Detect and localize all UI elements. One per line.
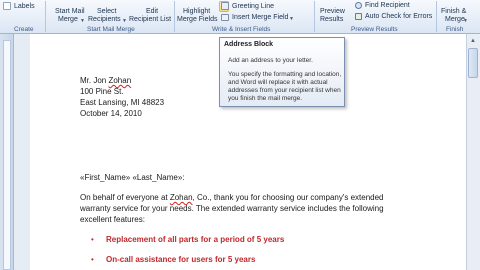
address-street: 100 Pine St. — [80, 87, 124, 96]
insert-merge-field-icon — [221, 14, 229, 21]
start-mail-merge-button[interactable]: Start Mail Merge ▼ — [53, 0, 85, 24]
select-recipients-line1: Select — [97, 8, 117, 15]
scroll-up-icon[interactable]: ▲ — [467, 36, 479, 46]
preview-results-line2: Results — [320, 16, 344, 23]
find-recipient-icon — [355, 2, 362, 9]
body-line-2: warranty service for your needs. The ext… — [80, 204, 384, 213]
address-block-tooltip: Address Block Add an address to your let… — [219, 37, 345, 107]
bullet-icon: • — [91, 235, 94, 244]
feature-bullet-1: Replacement of all parts for a period of… — [106, 235, 285, 244]
labels-button[interactable]: Labels — [14, 3, 35, 11]
finish-merge-line2: Merge — [445, 16, 465, 23]
write-insert-group-label: Write & Insert Fields — [212, 26, 271, 33]
edit-recipient-list-button[interactable]: Edit Recipient List — [128, 0, 172, 24]
group-separator — [174, 1, 175, 32]
preview-group-label: Preview Results — [351, 26, 398, 33]
chevron-down-icon: ▼ — [122, 18, 127, 24]
group-separator — [436, 1, 437, 32]
auto-check-icon — [355, 13, 362, 20]
address-name-prefix: Mr. Jon — [80, 76, 109, 85]
highlight-merge-fields-button[interactable]: Highlight Merge Fields — [177, 0, 217, 24]
highlight-merge-fields-line1: Highlight — [183, 8, 211, 15]
chevron-down-icon[interactable]: ▼ — [289, 15, 294, 23]
finish-group-label: Finish — [446, 26, 464, 33]
start-mail-merge-line2: Merge — [58, 16, 78, 23]
body-line-1: On behalf of everyone at Zohan, Co., tha… — [80, 192, 384, 203]
tooltip-line-1: Add an address to your letter. — [228, 57, 313, 64]
letter-date: October 14, 2010 — [80, 109, 142, 118]
select-recipients-button[interactable]: Select Recipients ▼ — [87, 0, 127, 24]
find-recipient-button[interactable]: Find Recipient — [365, 2, 410, 10]
body-line-3: excellent features: — [80, 215, 145, 224]
greeting-line-icon — [221, 2, 229, 10]
create-group-label: Create — [14, 26, 34, 33]
group-separator — [314, 1, 315, 32]
address-city: East Lansing, MI 48823 — [80, 98, 165, 107]
feature-bullet-2: On-call assistance for users for 5 years — [106, 255, 256, 264]
address-surname: Zohan — [108, 76, 132, 85]
preview-results-button[interactable]: Preview Results — [318, 0, 348, 24]
greeting-line-button[interactable]: Greeting Line — [232, 3, 274, 11]
tooltip-title: Address Block — [224, 41, 274, 48]
auto-check-button[interactable]: Auto Check for Errors — [365, 13, 432, 21]
tooltip-line-2: You specify the formatting and location,… — [228, 71, 342, 102]
greeting-merge-fields: «First_Name» «Last_Name»: — [80, 173, 185, 182]
select-recipients-line2: Recipients — [88, 16, 121, 23]
scrollbar-thumb[interactable] — [468, 48, 478, 78]
page-gutter — [14, 34, 30, 270]
body-line-1-suffix: , Co., thank you for choosing our compan… — [192, 193, 384, 202]
labels-icon — [3, 2, 11, 10]
chevron-down-icon: ▼ — [463, 18, 468, 24]
insert-merge-field-button[interactable]: Insert Merge Field — [232, 14, 288, 22]
highlight-merge-fields-line2: Merge Fields — [177, 16, 218, 23]
company-name: Zohan — [169, 193, 193, 202]
edit-recipient-list-line2: Recipient List — [129, 16, 172, 23]
bullet-icon: • — [91, 255, 94, 264]
body-line-1-prefix: On behalf of everyone at — [80, 193, 170, 202]
start-mail-merge-group-label: Start Mail Merge — [87, 26, 135, 33]
finish-merge-button[interactable]: Finish & Merge ▼ — [439, 0, 471, 24]
vertical-ruler — [3, 40, 11, 270]
start-mail-merge-line1: Start Mail — [55, 8, 85, 15]
finish-merge-line1: Finish & — [441, 8, 467, 15]
edit-recipient-list-line1: Edit — [146, 8, 159, 15]
ribbon: Labels Create Start Mail Merge ▼ Select … — [0, 0, 480, 34]
group-separator — [45, 1, 46, 32]
preview-results-line1: Preview — [320, 8, 345, 15]
address-name: Mr. Jon Zohan — [80, 75, 131, 86]
chevron-down-icon: ▼ — [80, 18, 85, 24]
